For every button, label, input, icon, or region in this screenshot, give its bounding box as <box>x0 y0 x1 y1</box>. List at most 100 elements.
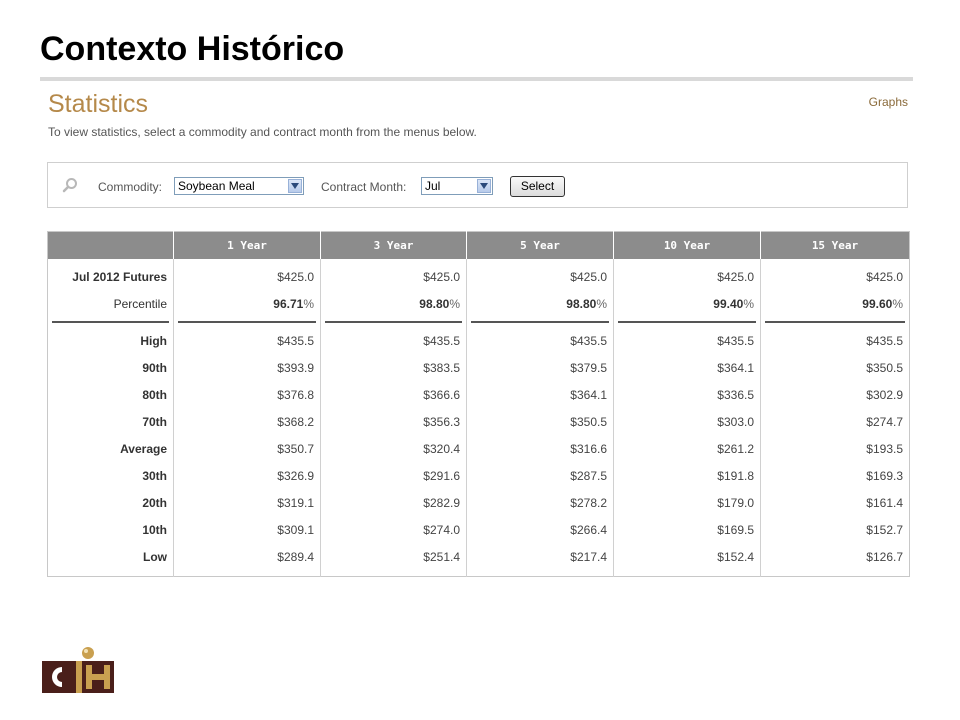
table-cell: $326.9 <box>173 462 321 489</box>
table-cell: $435.5 <box>320 327 467 354</box>
contract-month-select[interactable]: Jul <box>421 177 493 195</box>
table-cell: $193.5 <box>760 435 910 462</box>
table-cell: $261.2 <box>613 435 761 462</box>
chevron-down-icon <box>477 179 491 193</box>
row-label: 90th <box>142 360 167 375</box>
table-cell: $376.8 <box>173 381 321 408</box>
contract-month-value: Jul <box>425 179 441 193</box>
table-cell: $303.0 <box>613 408 761 435</box>
table-cell: $316.6 <box>466 435 614 462</box>
table-row: 10th $309.1 $274.0 $266.4 $169.5 $152.7 <box>48 516 910 543</box>
divider <box>765 321 905 323</box>
table-row: Average $350.7 $320.4 $316.6 $261.2 $193.5 <box>48 435 910 462</box>
table-cell: $289.4 <box>173 543 321 577</box>
column-header: 10 Year <box>613 231 761 259</box>
table-cell: $350.5 <box>466 408 614 435</box>
chevron-down-icon <box>288 179 302 193</box>
table-cell: $383.5 <box>320 354 467 381</box>
row-label: 70th <box>142 414 167 429</box>
cih-logo <box>42 647 114 693</box>
table-cell: $379.5 <box>466 354 614 381</box>
commodity-label: Commodity: <box>98 180 163 194</box>
table-row: Low $289.4 $251.4 $217.4 $152.4 $126.7 <box>48 543 910 577</box>
table-cell: $364.1 <box>613 354 761 381</box>
table-cell: $291.6 <box>320 462 467 489</box>
table-cell: $356.3 <box>320 408 467 435</box>
row-label: 80th <box>142 387 167 402</box>
statistics-table: 1 Year 3 Year 5 Year 10 Year 15 Year Jul… <box>47 231 910 577</box>
table-cell: 99.60% <box>760 290 910 317</box>
row-label: Jul 2012 Futures <box>72 269 167 284</box>
table-row: 30th $326.9 $291.6 $287.5 $191.8 $169.3 <box>48 462 910 489</box>
divider <box>178 321 316 323</box>
row-label: 30th <box>142 468 167 483</box>
title-divider <box>40 77 913 81</box>
table-cell: $368.2 <box>173 408 321 435</box>
divider <box>325 321 462 323</box>
table-cell: $251.4 <box>320 543 467 577</box>
separator-row <box>48 317 910 327</box>
table-cell: 98.80% <box>320 290 467 317</box>
commodity-value: Soybean Meal <box>178 179 255 193</box>
row-label: 20th <box>142 495 167 510</box>
table-cell: $425.0 <box>173 259 321 290</box>
table-cell: $152.4 <box>613 543 761 577</box>
table-cell: $152.7 <box>760 516 910 543</box>
row-label: High <box>140 333 167 348</box>
table-cell: $161.4 <box>760 489 910 516</box>
table-cell: $266.4 <box>466 516 614 543</box>
table-cell: $393.9 <box>173 354 321 381</box>
table-cell: $179.0 <box>613 489 761 516</box>
table-cell: $126.7 <box>760 543 910 577</box>
column-header: 1 Year <box>173 231 321 259</box>
column-header: 15 Year <box>760 231 910 259</box>
instructions-text: To view statistics, select a commodity a… <box>48 125 477 139</box>
slide-title: Contexto Histórico <box>40 30 345 68</box>
row-label: Average <box>120 441 167 456</box>
table-cell: $435.5 <box>613 327 761 354</box>
table-cell: $191.8 <box>613 462 761 489</box>
table-cell: $309.1 <box>173 516 321 543</box>
table-cell: $336.5 <box>613 381 761 408</box>
column-header: 5 Year <box>466 231 614 259</box>
graphs-link[interactable]: Graphs <box>869 95 908 109</box>
table-cell: $274.7 <box>760 408 910 435</box>
row-label: Low <box>143 549 167 564</box>
table-cell: $350.7 <box>173 435 321 462</box>
filter-bar: Commodity: Soybean Meal Contract Month: … <box>47 162 908 208</box>
divider <box>618 321 756 323</box>
table-row: 70th $368.2 $356.3 $350.5 $303.0 $274.7 <box>48 408 910 435</box>
table-cell: $302.9 <box>760 381 910 408</box>
table-row: 90th $393.9 $383.5 $379.5 $364.1 $350.5 <box>48 354 910 381</box>
table-cell: $435.5 <box>466 327 614 354</box>
table-cell: $366.6 <box>320 381 467 408</box>
futures-row: Jul 2012 Futures $425.0 $425.0 $425.0 $4… <box>48 259 910 290</box>
table-cell: $425.0 <box>466 259 614 290</box>
table-cell: $319.1 <box>173 489 321 516</box>
table-cell: $282.9 <box>320 489 467 516</box>
header-corner <box>47 231 174 259</box>
percentile-row: Percentile 96.71% 98.80% 98.80% 99.40% 9… <box>48 290 910 317</box>
table-cell: 96.71% <box>173 290 321 317</box>
table-cell: $425.0 <box>760 259 910 290</box>
column-header: 3 Year <box>320 231 467 259</box>
table-cell: $320.4 <box>320 435 467 462</box>
table-cell: $425.0 <box>320 259 467 290</box>
row-label: 10th <box>142 522 167 537</box>
table-row: 80th $376.8 $366.6 $364.1 $336.5 $302.9 <box>48 381 910 408</box>
divider <box>471 321 609 323</box>
table-cell: $274.0 <box>320 516 467 543</box>
row-label: Percentile <box>113 296 167 311</box>
table-cell: $364.1 <box>466 381 614 408</box>
table-cell: $169.3 <box>760 462 910 489</box>
commodity-select[interactable]: Soybean Meal <box>174 177 304 195</box>
divider <box>52 321 169 323</box>
table-header-row: 1 Year 3 Year 5 Year 10 Year 15 Year <box>47 231 910 259</box>
select-button[interactable]: Select <box>510 176 565 197</box>
table-cell: 99.40% <box>613 290 761 317</box>
table-cell: $425.0 <box>613 259 761 290</box>
table-cell: $287.5 <box>466 462 614 489</box>
table-cell: $278.2 <box>466 489 614 516</box>
table-cell: $350.5 <box>760 354 910 381</box>
table-cell: $435.5 <box>760 327 910 354</box>
